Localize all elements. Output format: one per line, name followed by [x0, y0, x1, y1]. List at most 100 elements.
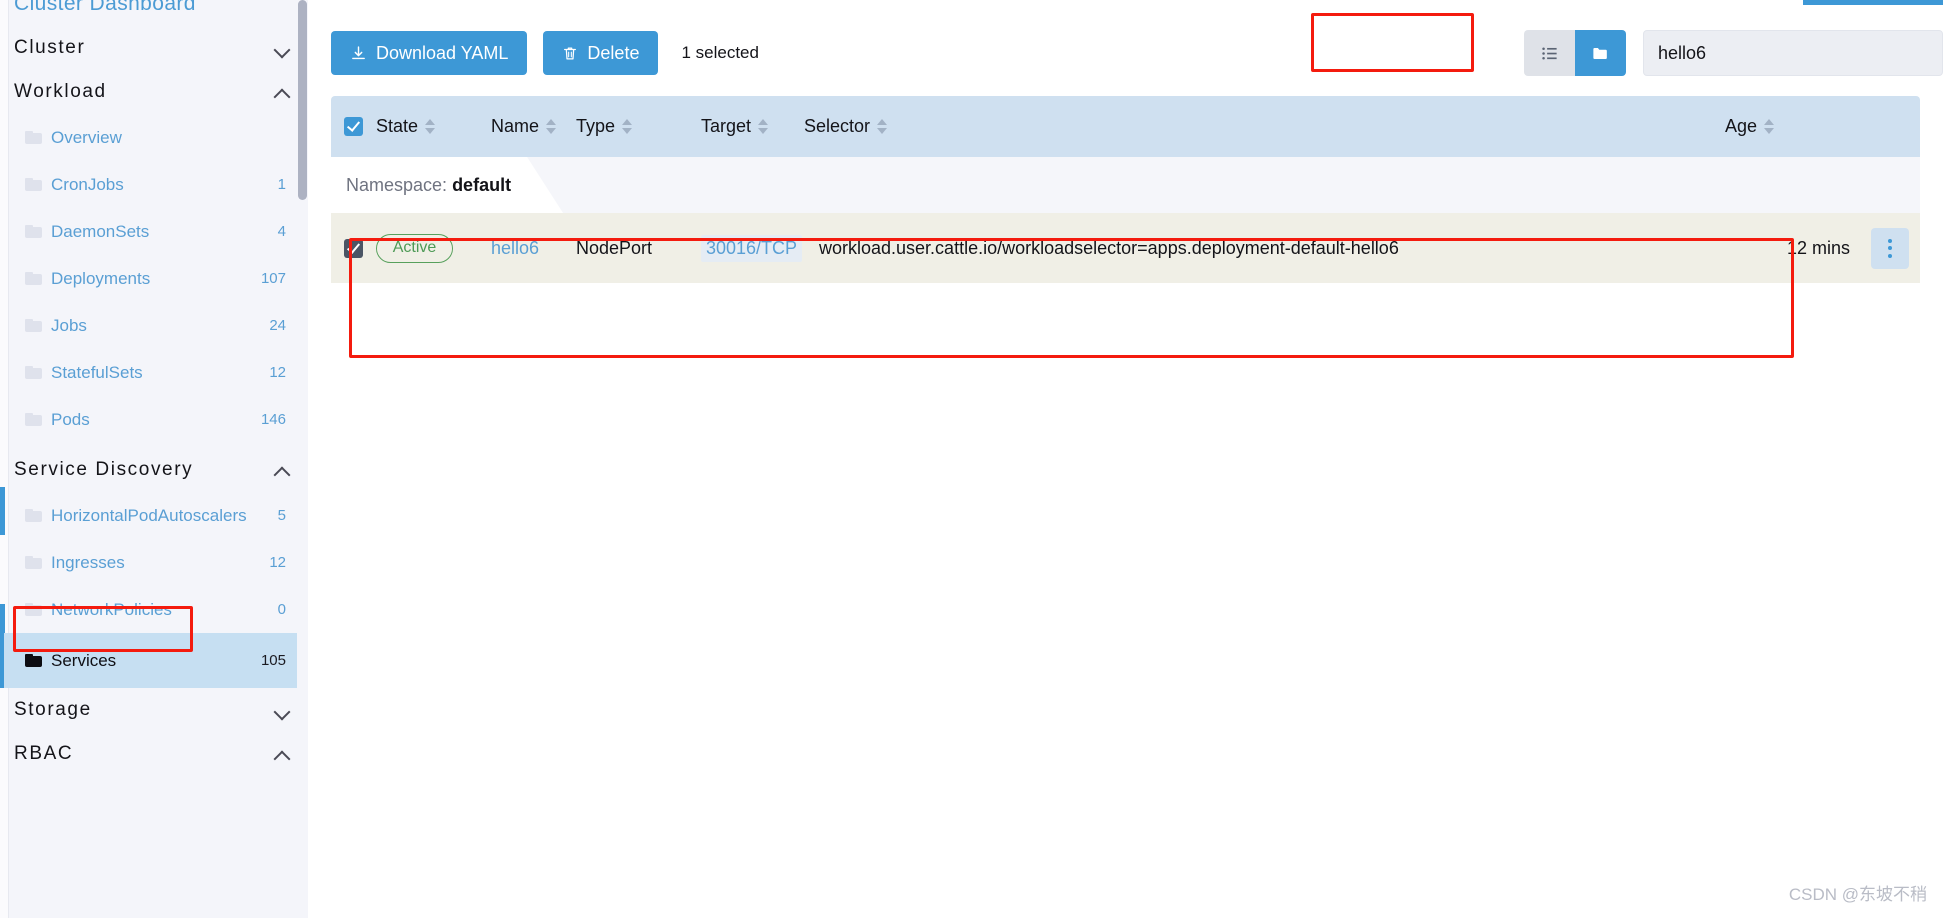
cell-age: 12 mins: [1725, 238, 1860, 259]
chevron-down-icon: [275, 703, 290, 718]
select-all-checkbox[interactable]: [344, 117, 363, 136]
kebab-menu-icon-dot: [1888, 239, 1892, 243]
column-header-age-label: Age: [1725, 116, 1757, 137]
app-root: Cluster Dashboard Cluster Workload Overv…: [0, 0, 1943, 918]
column-header-type[interactable]: Type: [576, 116, 701, 137]
sidebar-item-count: 107: [261, 270, 286, 287]
chevron-down-icon: [275, 41, 290, 56]
sidebar-item-daemonsets[interactable]: DaemonSets 4: [0, 208, 308, 255]
delete-button[interactable]: Delete: [543, 31, 658, 75]
sidebar-scrollbar-track[interactable]: [297, 0, 308, 918]
top-accent-bar: [1803, 0, 1943, 5]
sidebar-group-workload-label: Workload: [14, 81, 107, 103]
sort-icon: [622, 118, 633, 135]
selection-count-label: 1 selected: [681, 43, 759, 63]
delete-label: Delete: [587, 43, 639, 64]
sidebar: Cluster Dashboard Cluster Workload Overv…: [0, 0, 308, 918]
column-header-type-label: Type: [576, 116, 615, 137]
sidebar-group-service-discovery-label: Service Discovery: [14, 459, 193, 481]
column-header-target-label: Target: [701, 116, 751, 137]
column-header-selector-label: Selector: [804, 116, 870, 137]
folder-icon: [25, 319, 42, 332]
column-header-state[interactable]: State: [376, 116, 491, 137]
column-header-target[interactable]: Target: [701, 116, 804, 137]
sidebar-group-storage[interactable]: Storage: [0, 688, 308, 732]
sidebar-group-cluster-label: Cluster: [14, 37, 85, 59]
sort-icon: [425, 118, 436, 135]
sidebar-scroll-area: Cluster Dashboard Cluster Workload Overv…: [0, 0, 308, 776]
sidebar-item-ingresses[interactable]: Ingresses 12: [0, 539, 308, 586]
folder-icon: [25, 225, 42, 238]
folder-icon: [25, 509, 42, 522]
row-actions-button[interactable]: [1871, 228, 1909, 269]
column-header-name-label: Name: [491, 116, 539, 137]
watermark-label: CSDN @东坡不稍: [1789, 880, 1927, 905]
chevron-up-icon: [275, 747, 290, 762]
kebab-menu-icon-dot: [1888, 246, 1892, 250]
cell-selector: workload.user.cattle.io/workloadselector…: [804, 238, 1725, 259]
sidebar-item-count: 4: [278, 223, 286, 240]
sidebar-item-label: StatefulSets: [51, 363, 269, 383]
sidebar-item-count: 105: [261, 652, 286, 669]
cell-name: hello6: [491, 238, 576, 259]
sidebar-item-count: 146: [261, 411, 286, 428]
folder-icon: [25, 131, 42, 144]
action-toolbar: Download YAML Delete 1 selected: [308, 22, 1943, 84]
row-checkbox[interactable]: [344, 239, 363, 258]
sidebar-item-networkpolicies[interactable]: NetworkPolicies 0: [0, 586, 308, 633]
sidebar-item-count: 12: [269, 554, 286, 571]
sidebar-item-horizontalpodautoscalers[interactable]: HorizontalPodAutoscalers 5: [0, 492, 308, 539]
namespace-group-tab[interactable]: Namespace: default: [331, 157, 563, 213]
sidebar-item-label: Ingresses: [51, 553, 269, 573]
cluster-dashboard-title[interactable]: Cluster Dashboard: [0, 0, 308, 26]
column-header-name[interactable]: Name: [491, 116, 576, 137]
download-icon: [350, 45, 367, 62]
target-port-link[interactable]: 30016/TCP: [701, 235, 802, 262]
sidebar-item-count: 1: [278, 176, 286, 193]
sidebar-item-label: Jobs: [51, 316, 269, 336]
table-row[interactable]: Active hello6 NodePort 30016/TCP workloa…: [331, 213, 1920, 283]
sidebar-item-label: CronJobs: [51, 175, 278, 195]
sidebar-item-count: 5: [278, 507, 286, 524]
list-view-icon: [1540, 44, 1559, 63]
sidebar-group-storage-label: Storage: [14, 699, 92, 721]
sidebar-item-jobs[interactable]: Jobs 24: [0, 302, 308, 349]
column-header-age[interactable]: Age: [1725, 116, 1860, 137]
sidebar-group-cluster[interactable]: Cluster: [0, 26, 308, 70]
service-name-link[interactable]: hello6: [491, 238, 539, 258]
chevron-up-icon: [275, 85, 290, 100]
list-view-button[interactable]: [1524, 30, 1575, 76]
view-mode-toggle[interactable]: [1524, 30, 1626, 76]
sidebar-item-overview[interactable]: Overview: [0, 114, 308, 161]
namespace-label: Namespace:: [346, 175, 447, 196]
sidebar-group-rbac[interactable]: RBAC: [0, 732, 308, 776]
column-header-selector[interactable]: Selector: [804, 116, 1725, 137]
sort-icon: [546, 118, 557, 135]
sidebar-item-label: NetworkPolicies: [51, 600, 278, 620]
sidebar-item-statefulsets[interactable]: StatefulSets 12: [0, 349, 308, 396]
sidebar-item-pods[interactable]: Pods 146: [0, 396, 308, 443]
folder-icon: [25, 366, 42, 379]
sidebar-group-workload[interactable]: Workload: [0, 70, 308, 114]
sort-icon: [1764, 118, 1775, 135]
sidebar-item-deployments[interactable]: Deployments 107: [0, 255, 308, 302]
sidebar-scrollbar-thumb[interactable]: [298, 0, 307, 200]
search-input[interactable]: [1643, 30, 1943, 76]
kebab-menu-icon-dot: [1888, 254, 1892, 258]
sidebar-item-label: Overview: [51, 128, 286, 148]
services-table: State Name Type Target: [331, 96, 1920, 283]
main-content: Download YAML Delete 1 selected: [308, 0, 1943, 918]
sidebar-item-label: Services: [51, 651, 261, 671]
sidebar-item-services[interactable]: Services 105: [0, 633, 308, 688]
sidebar-item-count: 0: [278, 601, 286, 618]
sidebar-group-service-discovery[interactable]: Service Discovery: [0, 448, 308, 492]
sort-icon: [877, 118, 888, 135]
table-header-row: State Name Type Target: [331, 96, 1920, 157]
namespace-value: default: [452, 175, 511, 196]
sidebar-item-label: Deployments: [51, 269, 261, 289]
trash-icon: [562, 45, 578, 62]
download-yaml-button[interactable]: Download YAML: [331, 31, 527, 75]
group-view-button[interactable]: [1575, 30, 1626, 76]
chevron-up-icon: [275, 463, 290, 478]
sidebar-item-cronjobs[interactable]: CronJobs 1: [0, 161, 308, 208]
